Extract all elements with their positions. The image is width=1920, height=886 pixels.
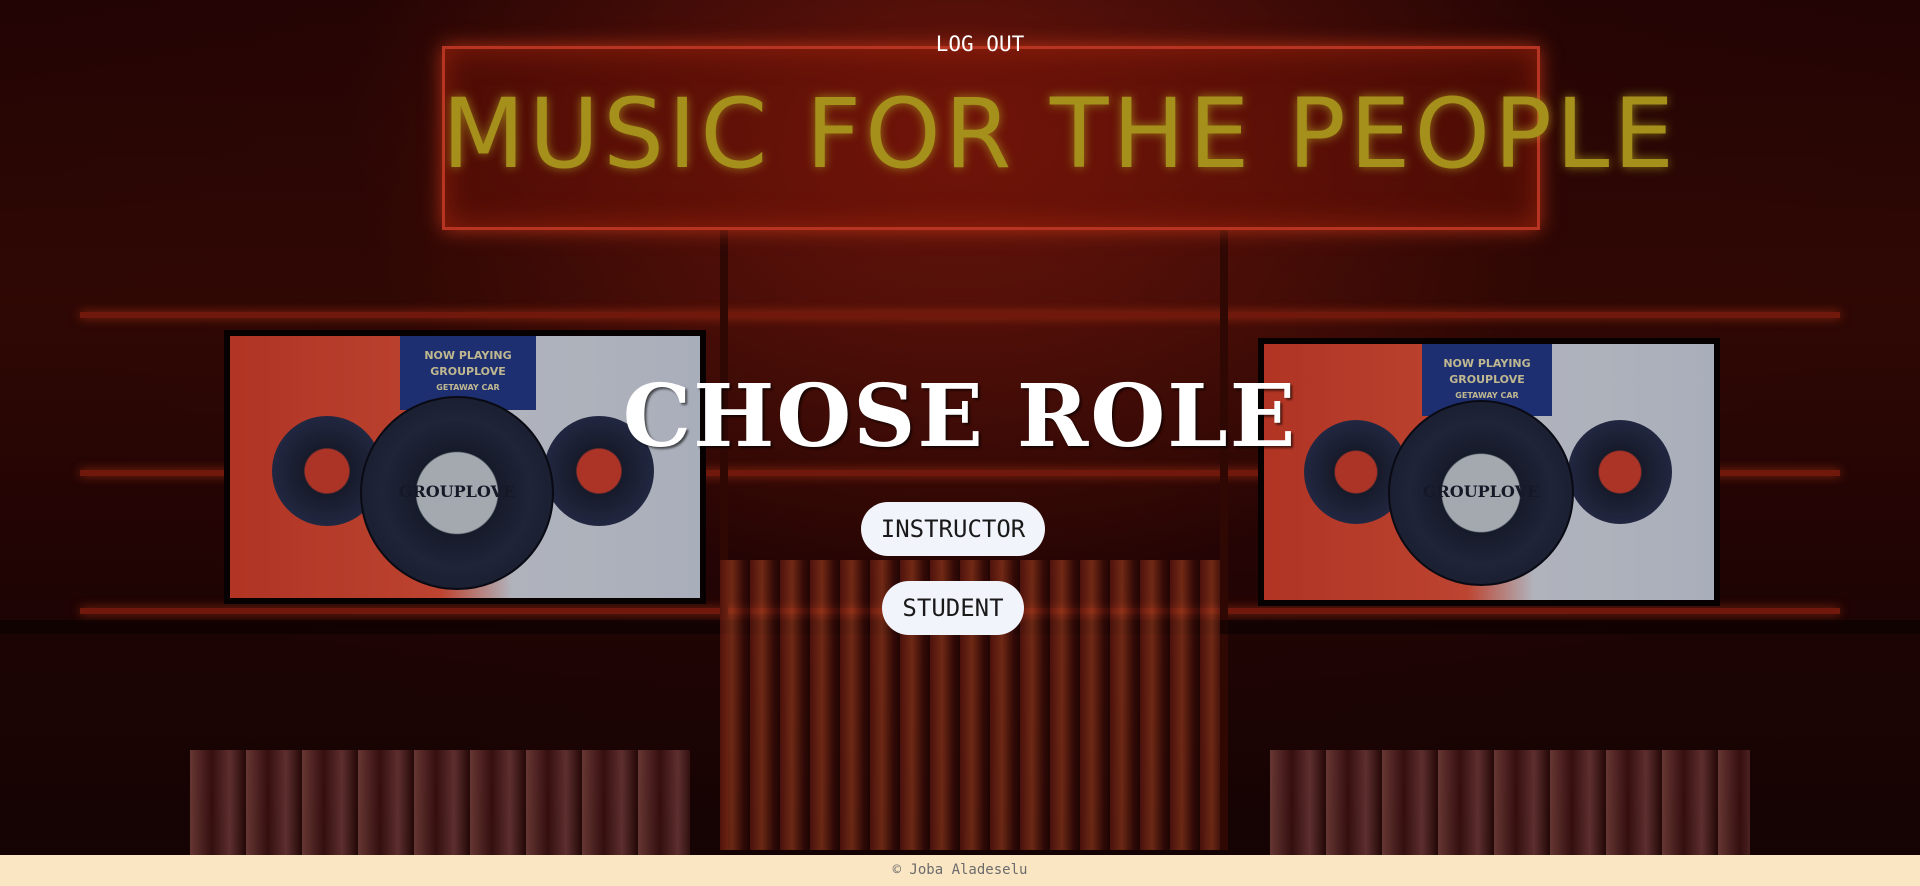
copyright-text: © Joba Aladeselu xyxy=(892,862,1028,878)
instructor-role-button[interactable]: INSTRUCTOR xyxy=(861,502,1045,556)
footer: © Joba Aladeselu xyxy=(0,855,1920,886)
page-title: CHOSE ROLE xyxy=(622,366,1298,467)
logout-button[interactable]: LOG OUT xyxy=(910,28,1050,60)
student-role-button[interactable]: STUDENT xyxy=(882,581,1024,635)
